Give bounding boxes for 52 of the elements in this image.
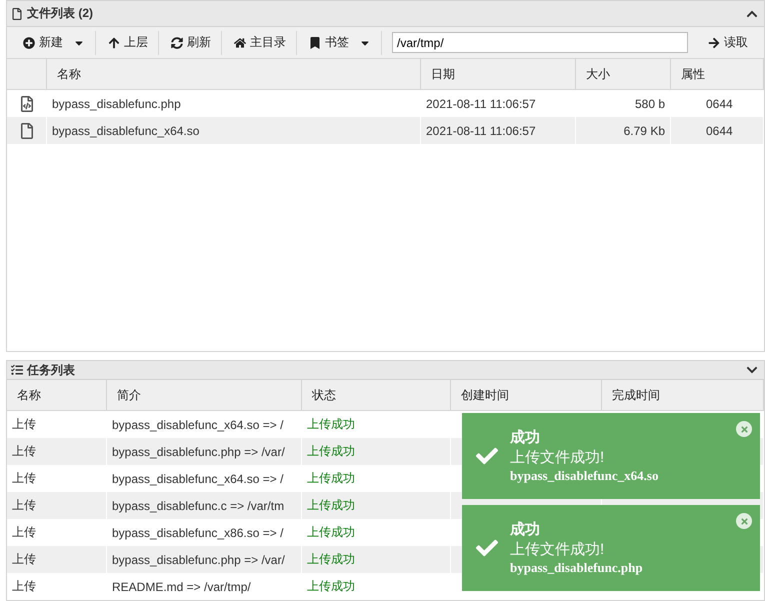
toast-filename: bypass_disablefunc.php xyxy=(510,560,643,576)
toolbar-button[interactable]: 新建 xyxy=(13,30,96,54)
toast-title: 成功 xyxy=(510,428,541,447)
arrow-icon xyxy=(708,36,720,48)
table-cell[interactable]: bypass_disablefunc_x64.so xyxy=(47,117,421,144)
check-icon xyxy=(476,537,498,559)
column-header[interactable]: 属性 xyxy=(671,59,764,90)
refresh-icon xyxy=(171,36,183,48)
list-icon xyxy=(11,364,23,376)
file-icon xyxy=(11,8,23,20)
column-header[interactable]: 大小 xyxy=(576,59,671,90)
panel-title: 任务列表 xyxy=(27,362,76,378)
close-icon xyxy=(740,516,748,526)
column-header[interactable]: 名称 xyxy=(7,380,107,411)
column-header[interactable]: 简介 xyxy=(107,380,302,411)
table-cell: 0644 xyxy=(671,117,764,144)
status-cell: 上传成功 xyxy=(302,438,451,465)
table-cell: 2021-08-11 11:06:57 xyxy=(421,117,576,144)
bookmark-icon xyxy=(309,36,321,48)
status-cell: 上传成功 xyxy=(302,492,451,519)
toolbar-button[interactable]: 主目录 xyxy=(224,30,297,54)
read-button[interactable]: 读取 xyxy=(698,30,758,54)
column-header[interactable]: 创建时间 xyxy=(451,380,602,411)
table-cell: bypass_disablefunc.c => /var/tm xyxy=(107,492,302,519)
status-cell: 上传成功 xyxy=(302,546,451,573)
column-header[interactable]: 完成时间 xyxy=(602,380,764,411)
column-header[interactable]: 名称 xyxy=(47,59,421,90)
toast-message: 上传文件成功! xyxy=(510,540,606,559)
table-cell: 上传 xyxy=(7,492,107,519)
code-file-icon xyxy=(18,96,34,112)
table-cell: 6.79 Kb xyxy=(576,117,671,144)
table-cell: 上传 xyxy=(7,546,107,573)
home-icon xyxy=(234,36,246,48)
panel-title: 文件列表 (2) xyxy=(27,5,94,22)
toolbar-button[interactable]: 书签 xyxy=(299,30,382,54)
toast-filename: bypass_disablefunc_x64.so xyxy=(510,468,658,484)
table-cell: bypass_disablefunc.php => /var/ xyxy=(107,546,302,573)
table-cell: bypass_disablefunc.php => /var/ xyxy=(107,438,302,465)
toast-message: 上传文件成功! xyxy=(510,448,606,467)
up-icon xyxy=(108,36,120,48)
table-cell: 上传 xyxy=(7,438,107,465)
toolbar-button[interactable]: 上层 xyxy=(98,30,159,54)
toast-title: 成功 xyxy=(510,520,541,539)
path-field[interactable]: /var/tmp/ xyxy=(392,32,688,53)
close-icon xyxy=(740,424,748,434)
column-header[interactable]: 状态 xyxy=(302,380,451,411)
expand-icon[interactable] xyxy=(746,364,758,376)
check-icon xyxy=(476,445,498,467)
column-header[interactable]: 日期 xyxy=(421,59,576,90)
file-icon xyxy=(18,122,34,138)
toolbar-button[interactable]: 刷新 xyxy=(161,30,222,54)
new-icon xyxy=(23,36,35,48)
